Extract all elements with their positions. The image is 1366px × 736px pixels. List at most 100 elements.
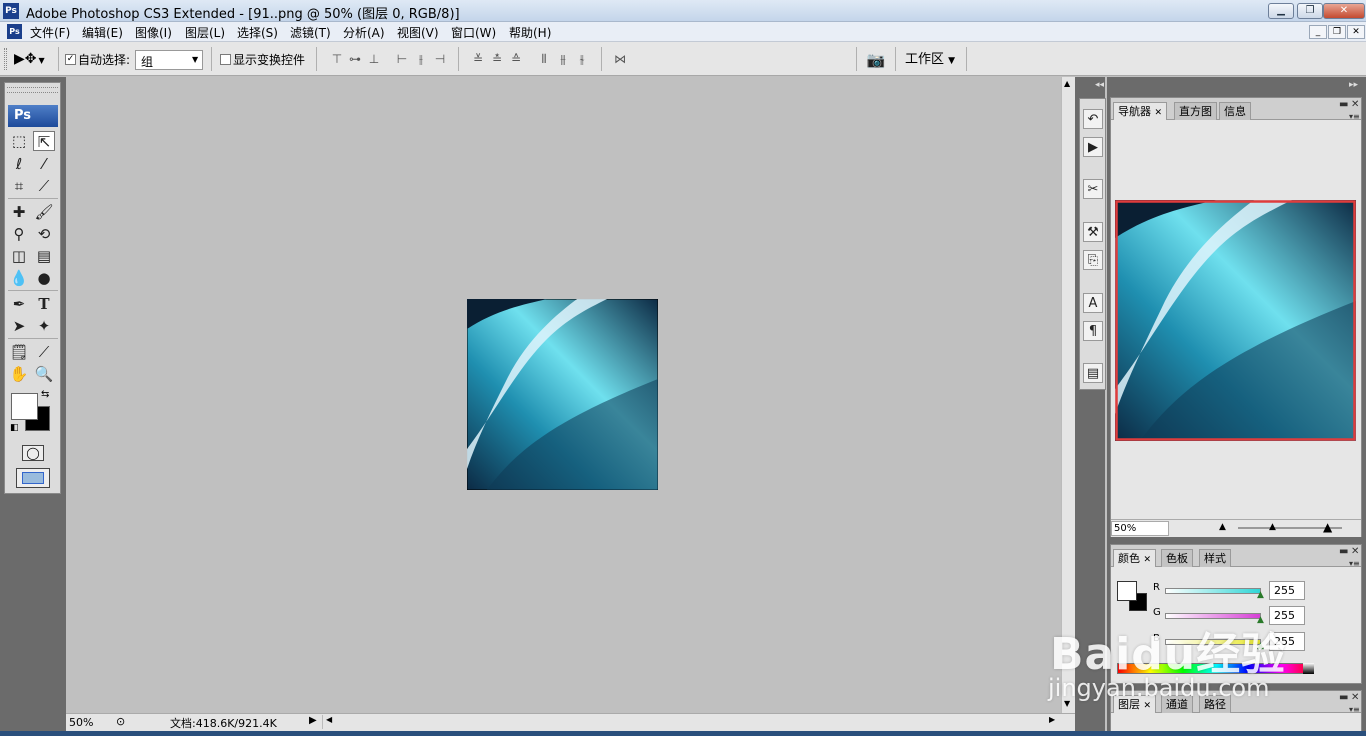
toolbox-grip[interactable] [7, 87, 58, 93]
panel-menu-icon[interactable]: ▾≡ [1349, 112, 1360, 121]
hand-tool-icon[interactable]: ✋ [8, 364, 30, 384]
minimize-icon[interactable]: ▬ [1339, 692, 1348, 703]
doc-restore-button[interactable]: ❐ [1328, 25, 1346, 39]
horizontal-scrollbar[interactable]: ◀ ▶ [322, 715, 1060, 729]
close-button[interactable]: ✕ [1323, 3, 1365, 19]
maximize-button[interactable]: ❐ [1297, 3, 1323, 19]
history-brush-tool-icon[interactable]: ⟲ [33, 224, 55, 244]
status-menu-arrow-icon[interactable]: ▶ [309, 715, 317, 726]
auto-select-checkbox[interactable]: ✓ [65, 54, 76, 65]
pen-tool-icon[interactable]: ✒ [8, 294, 30, 314]
character-panel-icon[interactable]: A [1083, 293, 1103, 313]
tab-info[interactable]: 信息 [1219, 102, 1251, 120]
workspace-dropdown[interactable]: 工作区 ▼ [905, 50, 955, 70]
auto-select-dropdown[interactable]: 组 ▼ [135, 50, 203, 70]
doc-close-button[interactable]: ✕ [1347, 25, 1365, 39]
scroll-up-icon[interactable]: ▲ [1064, 79, 1070, 88]
expand-icon[interactable]: ◂◂ [1095, 80, 1104, 90]
dodge-tool-icon[interactable]: ● [33, 268, 55, 288]
align-horizontal-centers-icon[interactable]: ⫲ [413, 51, 429, 67]
color-foreground-swatch[interactable] [1117, 581, 1137, 601]
zoom-in-icon[interactable]: ▲ [1323, 520, 1332, 534]
distribute-vcenter-icon[interactable]: ≛ [489, 51, 505, 67]
tab-styles[interactable]: 样式 [1199, 549, 1231, 567]
menu-help[interactable]: 帮助(H) [509, 24, 551, 41]
clone-stamp-tool-icon[interactable]: ⚲ [8, 224, 30, 244]
eyedropper-tool-icon[interactable]: ⟋ [33, 342, 55, 362]
brush-tool-icon[interactable]: 🖌 [33, 202, 55, 222]
black-white-ramp[interactable] [1303, 663, 1314, 674]
brushes-panel-icon[interactable]: ⚒ [1083, 222, 1103, 242]
clone-source-panel-icon[interactable]: ⎘ [1083, 250, 1103, 270]
distribute-left-icon[interactable]: ⫴ [536, 51, 552, 67]
slice-tool-icon[interactable]: ⟋ [33, 176, 55, 196]
default-colors-icon[interactable]: ◧ [10, 423, 19, 433]
scroll-left-icon[interactable]: ◀ [326, 715, 332, 724]
scroll-right-icon[interactable]: ▶ [1049, 715, 1055, 724]
red-channel-slider[interactable] [1165, 588, 1261, 594]
menu-window[interactable]: 窗口(W) [451, 24, 496, 41]
distribute-hcenter-icon[interactable]: ⫵ [555, 51, 571, 67]
align-top-edges-icon[interactable]: ⊤ [329, 51, 345, 67]
zoom-level[interactable]: 50% [69, 716, 93, 729]
marquee-tool-icon[interactable]: ⬚ [8, 131, 30, 151]
navigator-zoom-field[interactable]: 50% [1111, 521, 1169, 536]
history-panel-icon[interactable]: ↶ [1083, 109, 1103, 129]
foreground-color-swatch[interactable] [11, 393, 38, 420]
menu-file[interactable]: 文件(F) [30, 24, 70, 41]
custom-shape-tool-icon[interactable]: ✦ [33, 316, 55, 336]
zoom-slider-thumb-icon[interactable]: ▲ [1269, 522, 1276, 532]
actions-panel-icon[interactable]: ▶ [1083, 137, 1103, 157]
panel-menu-icon[interactable]: ▾≡ [1349, 559, 1360, 568]
options-grip[interactable] [4, 48, 7, 70]
canvas-area[interactable] [66, 77, 1061, 713]
distribute-top-icon[interactable]: ≚ [470, 51, 486, 67]
menu-analysis[interactable]: 分析(A) [343, 24, 385, 41]
auto-align-layers-icon[interactable]: ⋈ [612, 51, 628, 67]
menu-view[interactable]: 视图(V) [397, 24, 439, 41]
minimize-icon[interactable]: ▬ [1339, 546, 1348, 557]
close-icon[interactable]: ✕ [1155, 108, 1163, 118]
tab-navigator[interactable]: 导航器 ✕ [1113, 102, 1168, 120]
red-channel-value[interactable]: 255 [1269, 581, 1305, 600]
tool-presets-panel-icon[interactable]: ✂ [1083, 179, 1103, 199]
tab-histogram[interactable]: 直方图 [1174, 102, 1217, 120]
tab-color[interactable]: 颜色 ✕ [1113, 549, 1157, 567]
crop-tool-icon[interactable]: ⌗ [8, 176, 30, 196]
align-vertical-centers-icon[interactable]: ⊶ [347, 51, 363, 67]
close-icon[interactable]: ✕ [1144, 555, 1152, 565]
eraser-tool-icon[interactable]: ◫ [8, 246, 30, 266]
align-bottom-edges-icon[interactable]: ⊥ [366, 51, 382, 67]
healing-brush-tool-icon[interactable]: ✚ [8, 202, 30, 222]
minimize-icon[interactable]: ▬ [1339, 99, 1348, 110]
type-tool-icon[interactable]: T [33, 294, 55, 314]
doc-minimize-button[interactable]: _ [1309, 25, 1327, 39]
swap-colors-icon[interactable]: ⇆ [41, 389, 49, 400]
screen-mode-button[interactable] [16, 468, 50, 488]
zoom-out-icon[interactable]: ▲ [1219, 522, 1226, 532]
path-selection-tool-icon[interactable]: ➤ [8, 316, 30, 336]
blur-tool-icon[interactable]: 💧 [8, 268, 30, 288]
distribute-bottom-icon[interactable]: ≙ [508, 51, 524, 67]
close-icon[interactable]: ✕ [1144, 701, 1152, 711]
distribute-right-icon[interactable]: ⫳ [574, 51, 590, 67]
close-icon[interactable]: ✕ [1351, 546, 1359, 557]
align-left-edges-icon[interactable]: ⊢ [394, 51, 410, 67]
menu-edit[interactable]: 编辑(E) [82, 24, 123, 41]
panel-menu-icon[interactable]: ▾≡ [1349, 705, 1360, 714]
navigator-thumbnail[interactable] [1115, 200, 1356, 441]
paragraph-panel-icon[interactable]: ¶ [1083, 321, 1103, 341]
collapse-icon[interactable]: ▸▸ [1349, 80, 1358, 90]
document-app-icon[interactable]: Ps [7, 24, 22, 39]
notes-tool-icon[interactable]: 🗒 [8, 342, 30, 362]
align-right-edges-icon[interactable]: ⊣ [432, 51, 448, 67]
menu-select[interactable]: 选择(S) [237, 24, 278, 41]
magic-wand-tool-icon[interactable]: ⁄ [33, 154, 55, 174]
document-image[interactable] [467, 299, 658, 490]
show-transform-checkbox[interactable] [220, 54, 231, 65]
menu-filter[interactable]: 滤镜(T) [290, 24, 331, 41]
gradient-tool-icon[interactable]: ▤ [33, 246, 55, 266]
menu-layer[interactable]: 图层(L) [185, 24, 225, 41]
slider-thumb-icon[interactable]: ▲ [1257, 590, 1264, 600]
menu-image[interactable]: 图像(I) [135, 24, 172, 41]
